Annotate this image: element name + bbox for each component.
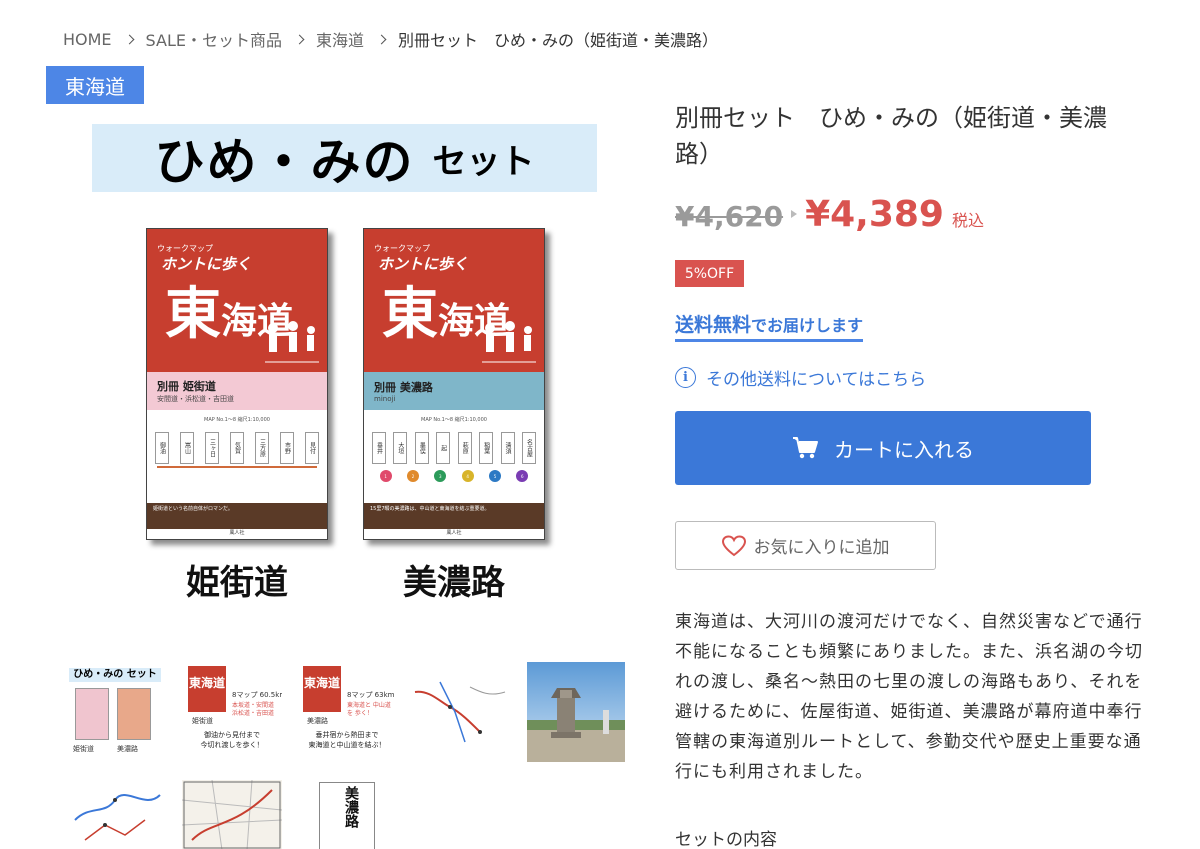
station-label: 市野 — [280, 432, 294, 464]
product-title: 別冊セット ひめ・みの（姫街道・美濃路） — [675, 104, 1107, 168]
station-label: 見付 — [305, 432, 319, 464]
book-band-line1: 別冊 美濃路 — [374, 381, 433, 394]
book-label-himekaido: 姫街道 — [186, 563, 288, 603]
shipping-info-link[interactable]: i その他送料についてはこちら — [675, 365, 926, 390]
thumbnail-6-map[interactable] — [65, 780, 165, 849]
book-bottom-text: 15里7畷の美濃路は、中山道と東海道を結ぶ重要道。 — [364, 503, 544, 529]
book-cover-himekaido: ウォークマップ ホントに歩く 東海道 別冊 姫街道 安間道・浜松道・吉田道 MA… — [146, 228, 328, 540]
station-label: 三ヶ日 — [205, 432, 219, 464]
book-band-line2: 安間道・浜松道・吉田道 — [157, 395, 234, 403]
add-to-cart-button[interactable]: カートに入れる — [675, 411, 1091, 485]
image-title-band: ひめ・みの セット — [92, 124, 597, 192]
add-to-cart-label: カートに入れる — [834, 437, 974, 462]
thumbnail-caption: 御油から見付まで — [204, 731, 260, 739]
thumbnail-2[interactable]: 東海道 8マップ 60.5km 本坂道・安間道 浜松道・吉田道 姫街道 御油から… — [182, 662, 282, 762]
book-band-line2: minoji — [374, 395, 396, 403]
thumbnail-7-map[interactable] — [182, 780, 282, 849]
breadcrumb-home[interactable]: HOME — [63, 30, 112, 49]
book-band-line1: 別冊 姫街道 — [157, 380, 216, 393]
free-shipping-label: 送料無料 — [675, 314, 752, 336]
thumbnail-scale: 8マップ 63km — [347, 691, 395, 699]
thumbnail-sub: 東海道と 中山道を 歩く！ — [347, 702, 391, 717]
arrow-right-icon — [791, 210, 798, 218]
station-label: 萩原 — [457, 432, 472, 464]
breadcrumb: HOME SALE・セット商品 東海道 別冊セット ひめ・みの（姫街道・美濃路） — [63, 27, 718, 51]
thumbnail-caption: 今切れ渡しを歩く！ — [200, 741, 264, 749]
image-title-big: ひめ・みの — [154, 132, 415, 191]
map-number-icon: 6 — [516, 470, 529, 482]
thumbnail-1[interactable]: ひめ・みの セット 姫街道 美濃路 — [65, 662, 165, 762]
thumbnail-label: 美濃路 — [117, 745, 138, 753]
station-label: 清須 — [500, 432, 515, 464]
thumbnail-5-photo[interactable] — [527, 662, 625, 762]
free-shipping-sub: でお届けします — [751, 316, 864, 335]
tax-label: 税込 — [951, 211, 984, 230]
thumbnail-title: ひめ・みの セット — [69, 668, 161, 682]
chevron-right-icon — [294, 34, 305, 44]
thumbnail-caption: 垂井宿から熱田まで — [315, 731, 379, 739]
cart-icon — [793, 437, 818, 459]
station-label: 垂井 — [372, 432, 386, 464]
breadcrumb-tokaido[interactable]: 東海道 — [316, 27, 364, 51]
book-label-minoji: 美濃路 — [403, 563, 505, 603]
station-label: 名古屋 — [521, 432, 536, 464]
thumbnail-label: 美濃路 — [307, 717, 328, 725]
chevron-right-icon — [376, 34, 387, 44]
shipping-info-text[interactable]: その他送料についてはこちら — [706, 365, 926, 390]
thumbnail-4-route-map[interactable] — [410, 662, 510, 762]
walkers-illustration-icon — [482, 321, 536, 363]
set-contents-heading: セットの内容 — [675, 830, 777, 849]
heart-icon — [721, 534, 746, 556]
thumbnail-label: 姫街道 — [192, 717, 213, 725]
station-label: 嵩山 — [180, 432, 194, 464]
book-bottom-text: 姫街道という名前自体がロマンだ。 — [147, 503, 327, 529]
thumbnail-label: 姫街道 — [73, 745, 94, 753]
free-shipping-notice: 送料無料でお届けします — [675, 310, 864, 342]
map-number-icon: 1 — [379, 470, 392, 482]
image-title-small: セット — [432, 141, 535, 182]
sale-price: ¥4,389 — [805, 194, 944, 235]
book-cover-minoji: ウォークマップ ホントに歩く 東海道 別冊 美濃路 minoji MAP No.… — [363, 228, 545, 540]
main-product-image[interactable]: ひめ・みの セット ウォークマップ ホントに歩く 東海道 別冊 姫街道 安間道・… — [60, 110, 630, 615]
station-label: 気賀 — [230, 432, 244, 464]
station-label: 御油 — [155, 432, 169, 464]
thumbnail-title: 東海道 — [303, 666, 341, 712]
thumbnail-caption: 東海道と中山道を結ぶ！ — [308, 741, 386, 749]
category-badge[interactable]: 東海道 — [46, 66, 144, 104]
book-map-text: MAP No.1〜8 縮尺1:10,000 — [421, 417, 487, 423]
discount-badge: 5%OFF — [675, 260, 744, 287]
station-label: 墨俣 — [414, 432, 429, 464]
original-price: ¥4,620 — [675, 200, 784, 233]
product-description: 東海道は、大河川の渡河だけでなく、自然災害などで通行不能になることも頻繁にありま… — [675, 612, 1143, 782]
station-label: 起 — [436, 432, 451, 464]
thumbnail-scale: 8マップ 60.5km — [232, 691, 282, 699]
breadcrumb-current: 別冊セット ひめ・みの（姫街道・美濃路） — [398, 31, 719, 50]
map-number-icon: 2 — [406, 470, 419, 482]
book-publisher: 風人社 — [229, 530, 245, 536]
thumbnail-3[interactable]: 東海道 8マップ 63km 東海道と 中山道を 歩く！ 美濃路 垂井宿から熱田ま… — [297, 662, 397, 762]
station-label: 大垣 — [393, 432, 408, 464]
breadcrumb-sale[interactable]: SALE・セット商品 — [146, 27, 282, 51]
book-publisher: 風人社 — [446, 530, 462, 536]
thumbnail-title: 美濃路 — [343, 786, 359, 828]
chevron-right-icon — [124, 34, 134, 44]
station-label: 稲葉 — [479, 432, 494, 464]
map-number-icon: 4 — [461, 470, 474, 482]
thumbnail-8-book[interactable]: 美濃路 — [297, 780, 397, 849]
map-number-icon: 5 — [488, 470, 501, 482]
info-icon: i — [675, 367, 696, 388]
thumbnail-sub: 本坂道・安間道 浜松道・吉田道 — [232, 702, 275, 717]
station-label: 三方原 — [255, 432, 269, 464]
add-to-favorites-button[interactable]: お気に入りに追加 — [675, 521, 936, 570]
add-to-favorites-label: お気に入りに追加 — [753, 538, 890, 558]
walkers-illustration-icon — [265, 321, 319, 363]
book-map-text: MAP No.1〜8 縮尺1:10,000 — [204, 417, 270, 423]
price-row: ¥4,620 ¥4,389 税込 — [675, 194, 984, 235]
thumbnail-title: 東海道 — [188, 666, 226, 712]
map-number-icon: 3 — [434, 470, 447, 482]
